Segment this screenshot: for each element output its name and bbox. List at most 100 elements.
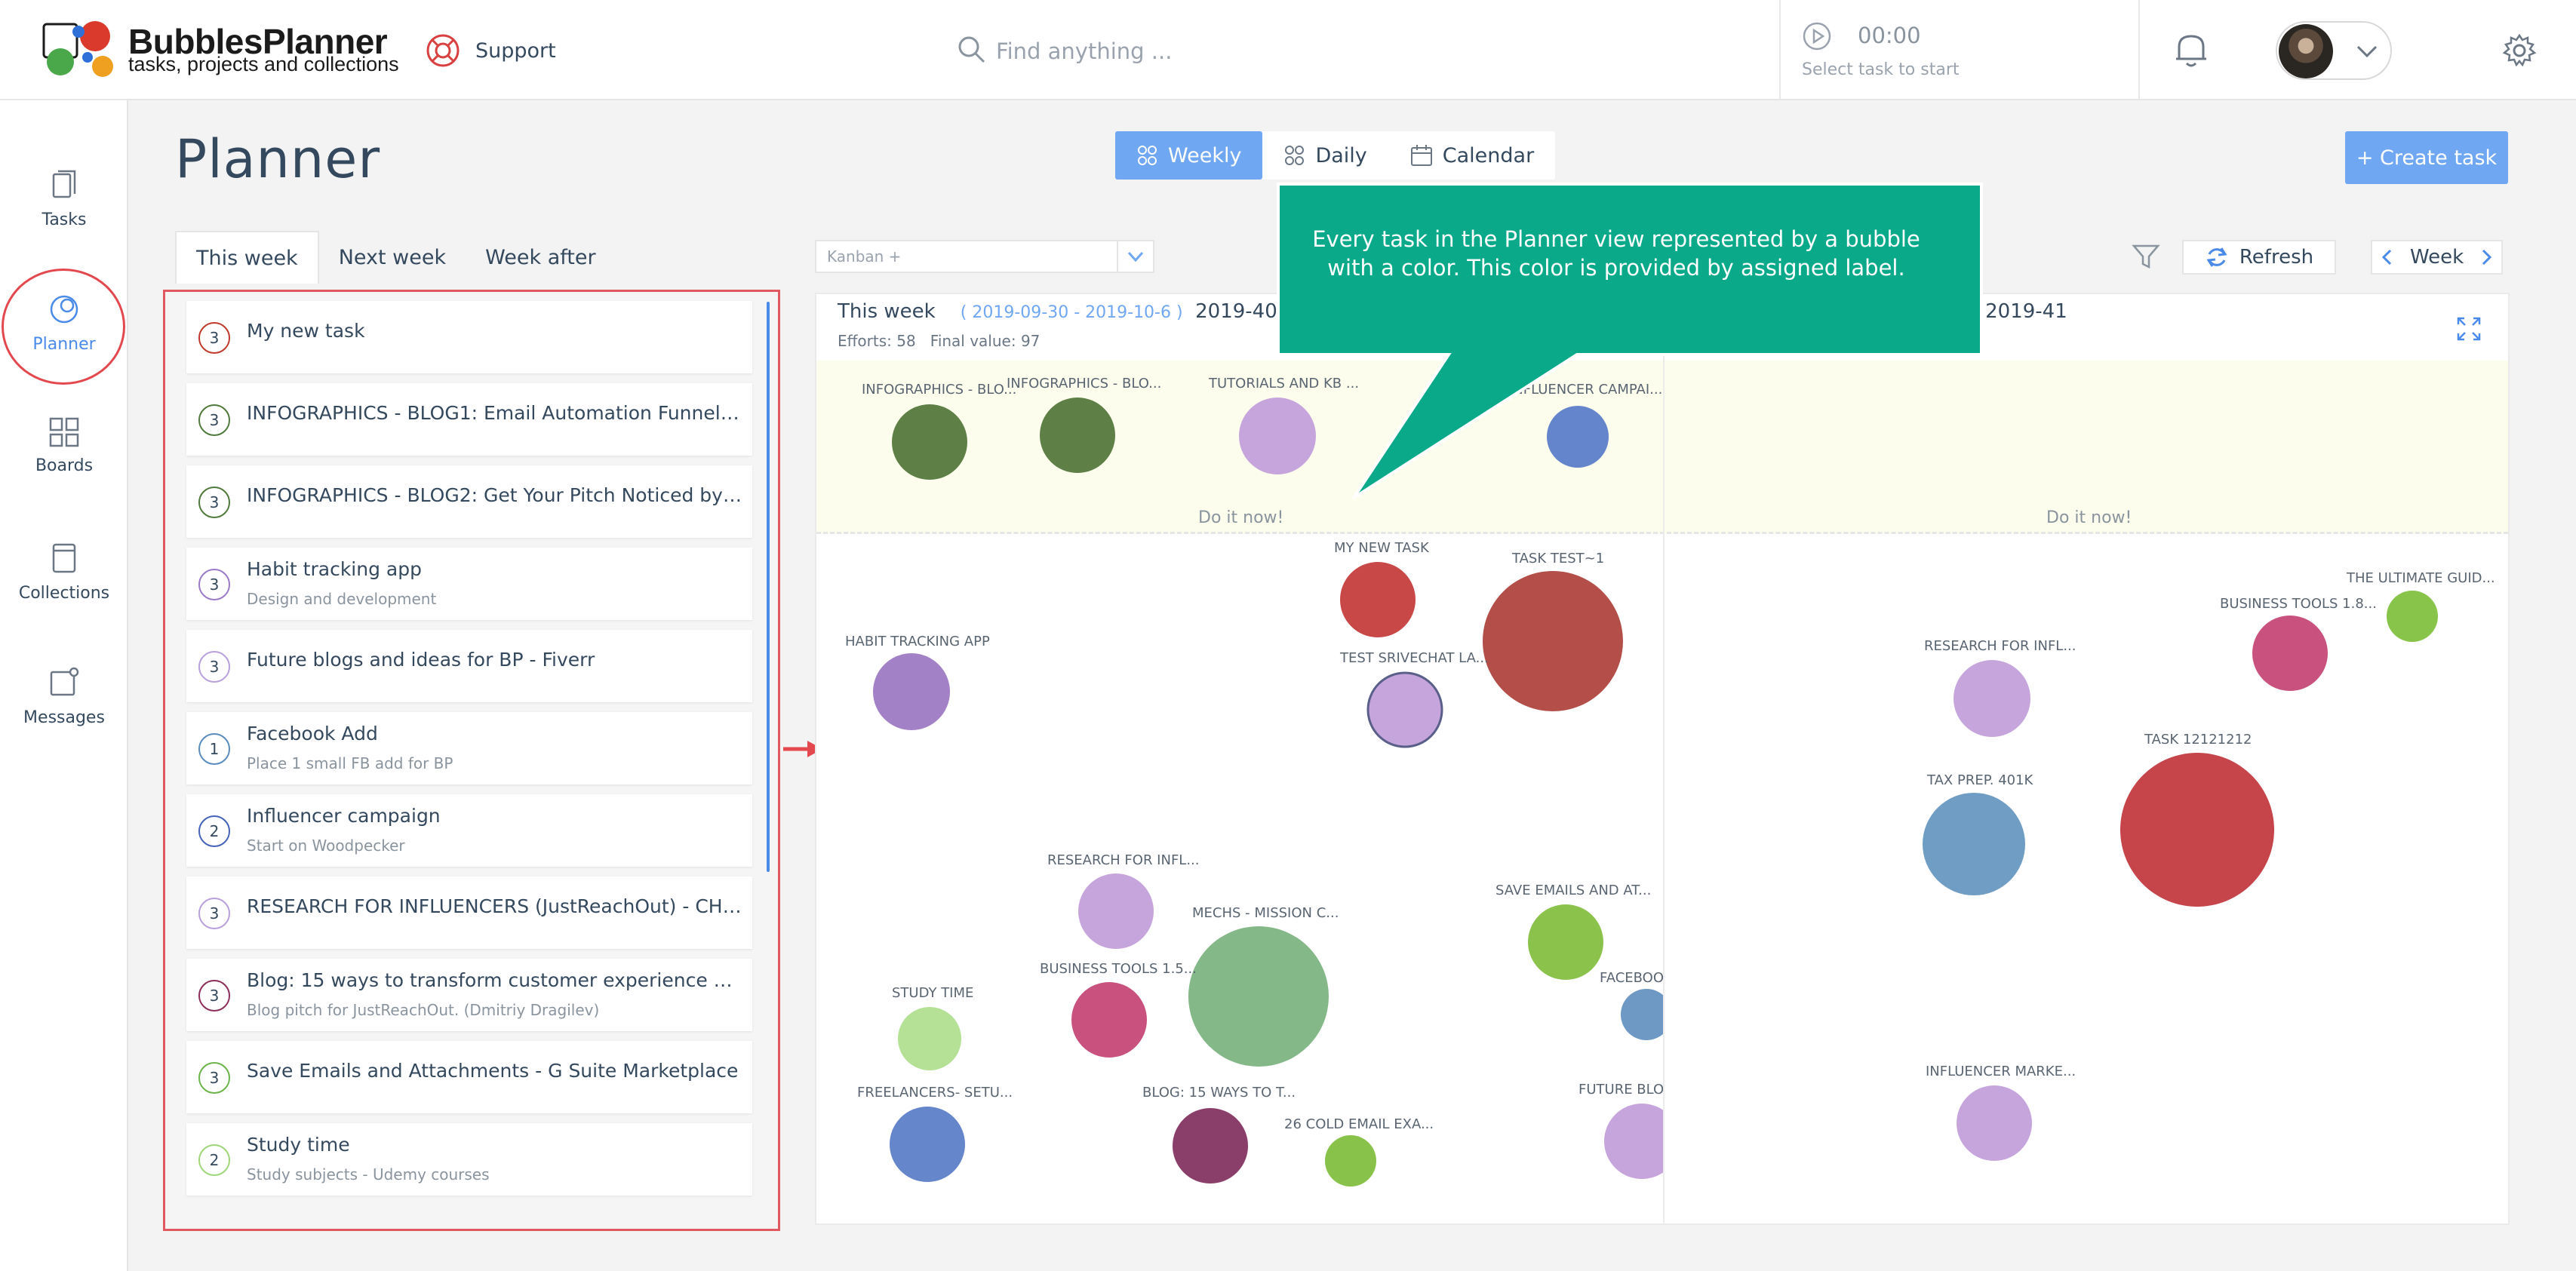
tasks-icon — [52, 170, 76, 198]
tab-calendar[interactable]: Calendar — [1388, 131, 1555, 180]
week-2-range: ) — [1966, 303, 1973, 322]
task-subtitle: Study subjects - Udemy courses — [247, 1165, 490, 1184]
task-card[interactable]: 3 INFOGRAPHICS - BLOG2: Get Your Pitch No… — [186, 465, 752, 538]
support-label: Support — [475, 38, 556, 63]
task-title: My new task — [247, 320, 365, 342]
task-title: Study time — [247, 1134, 350, 1156]
task-card[interactable]: 3 RESEARCH FOR INFLUENCERS (JustReachOut)… — [186, 876, 752, 949]
chevron-left-icon — [2381, 249, 2392, 266]
tab-week-after[interactable]: Week after — [466, 231, 615, 284]
nav-label: Collections — [18, 584, 110, 603]
search-icon — [958, 36, 985, 63]
chevron-down-icon — [2356, 45, 2378, 58]
task-priority: 3 — [198, 980, 230, 1012]
bubbles-icon — [1285, 146, 1305, 165]
create-task-button[interactable]: + Create task — [2345, 131, 2508, 184]
task-title: INFOGRAPHICS - BLOG2: Get Your Pitch Not… — [247, 484, 745, 506]
task-priority: 3 — [198, 1062, 230, 1094]
refresh-button[interactable]: Refresh — [2182, 240, 2336, 275]
gear-icon[interactable] — [2502, 33, 2537, 68]
task-priority: 2 — [198, 815, 230, 847]
calendar-icon — [1410, 145, 1432, 166]
tab-label: Calendar — [1442, 143, 1535, 167]
week-1-title: This week — [838, 300, 936, 323]
next-week-button[interactable] — [2471, 241, 2501, 273]
expand-icon[interactable] — [2455, 315, 2482, 342]
chevron-right-icon — [2482, 249, 2492, 266]
refresh-label: Refresh — [2239, 246, 2314, 269]
bubble-circle[interactable] — [2120, 753, 2274, 907]
nav-item-collections[interactable]: Collections — [0, 542, 128, 640]
bubble-circle[interactable] — [1325, 1135, 1376, 1187]
tab-weekly[interactable]: Weekly — [1115, 131, 1263, 180]
timer-hint: Select task to start — [1802, 60, 1960, 79]
task-priority: 3 — [198, 322, 230, 354]
task-card[interactable]: 2 Influencer campaign Start on Woodpecker — [186, 794, 752, 867]
chevron-down-icon — [1127, 251, 1144, 262]
task-priority: 3 — [198, 569, 230, 600]
view-tabs: Weekly Daily Calendar — [1115, 131, 1556, 180]
task-card[interactable]: 3 Save Emails and Attachments - G Suite M… — [186, 1041, 752, 1113]
tab-daily[interactable]: Daily — [1262, 131, 1388, 180]
week-2-number: 2019-41 — [1985, 300, 2067, 323]
week-1-final-value: Final value: 97 — [930, 332, 1041, 350]
tab-next-week[interactable]: Next week — [319, 231, 466, 284]
bubble-circle[interactable] — [1528, 904, 1603, 980]
user-menu[interactable] — [2276, 21, 2392, 80]
bubble-circle[interactable] — [1239, 398, 1316, 474]
bubble-circle[interactable] — [1173, 1108, 1248, 1184]
week-tabs: This week Next week Week after — [175, 231, 616, 284]
bubble-circle[interactable] — [1366, 671, 1443, 748]
bubble-circle[interactable] — [1078, 873, 1154, 949]
task-card[interactable]: 2 Study time Study subjects - Udemy course… — [186, 1123, 752, 1196]
bubblesplanner-logo[interactable] — [42, 20, 118, 83]
support-link[interactable]: Support — [426, 33, 556, 68]
play-icon[interactable] — [1802, 21, 1832, 51]
kanban-filter-select[interactable]: Kanban + — [815, 240, 1154, 273]
task-card[interactable]: 3 Blog: 15 ways to transform customer exp… — [186, 959, 752, 1031]
task-list-scrollbar[interactable] — [767, 302, 770, 872]
task-title: Blog: 15 ways to transform customer expe… — [247, 969, 745, 991]
task-subtitle: Start on Woodpecker — [247, 837, 405, 855]
task-card[interactable]: 3 INFOGRAPHICS - BLOG1: Email Automation … — [186, 383, 752, 456]
do-it-now-label: Do it now! — [2046, 508, 2132, 527]
prev-week-button[interactable] — [2372, 241, 2402, 273]
bubble-circle[interactable] — [1340, 562, 1416, 637]
bell-icon[interactable] — [2173, 30, 2209, 69]
nav-item-messages[interactable]: Messages — [0, 666, 128, 764]
nav-item-tasks[interactable]: Tasks — [0, 168, 128, 266]
filter-icon[interactable] — [2131, 241, 2161, 272]
task-card[interactable]: 3 Habit tracking app Design and developmen… — [186, 548, 752, 620]
bubble-circle[interactable] — [1954, 660, 2030, 737]
boards-icon — [49, 417, 79, 447]
nav-item-boards[interactable]: Boards — [0, 417, 128, 515]
search-input[interactable] — [996, 30, 1675, 72]
bubble-circle[interactable] — [892, 404, 967, 480]
bubble-circle[interactable] — [1040, 398, 1115, 473]
bubble-circle[interactable] — [1483, 571, 1623, 711]
kanban-placeholder: Kanban + — [827, 247, 902, 266]
do-it-now-label: Do it now! — [1198, 508, 1284, 527]
bubble-circle[interactable] — [1923, 793, 2025, 895]
bubble-circle[interactable] — [2252, 616, 2328, 691]
task-title: Future blogs and ideas for BP - Fiverr — [247, 649, 595, 671]
bubble-circle[interactable] — [1957, 1085, 2032, 1161]
bubble-circle[interactable] — [1547, 406, 1609, 468]
tab-label: Weekly — [1168, 143, 1242, 167]
brand-tagline: tasks, projects and collections — [128, 53, 399, 75]
bubble-circle[interactable] — [898, 1007, 961, 1070]
tab-this-week[interactable]: This week — [175, 231, 319, 284]
task-card[interactable]: 3 Future blogs and ideas for BP - Fiverr — [186, 630, 752, 702]
page-title: Planner — [175, 128, 381, 190]
week-2-header: ) 2019-41 — [1966, 300, 2067, 323]
bubble-circle[interactable] — [890, 1107, 965, 1182]
bubble-circle[interactable] — [2387, 591, 2438, 642]
bubble-circle[interactable] — [1071, 982, 1147, 1058]
task-subtitle: Blog pitch for JustReachOut. (Dmitriy Dr… — [247, 1001, 600, 1019]
collections-icon — [52, 543, 76, 573]
callout-text: Every task in the Planner view represent… — [1312, 226, 1920, 281]
bubble-circle[interactable] — [1188, 926, 1329, 1067]
bubble-circle[interactable] — [873, 653, 950, 730]
task-card[interactable]: 1 Facebook Add Place 1 small FB add for BP — [186, 712, 752, 784]
task-card[interactable]: 3 My new task — [186, 301, 752, 373]
